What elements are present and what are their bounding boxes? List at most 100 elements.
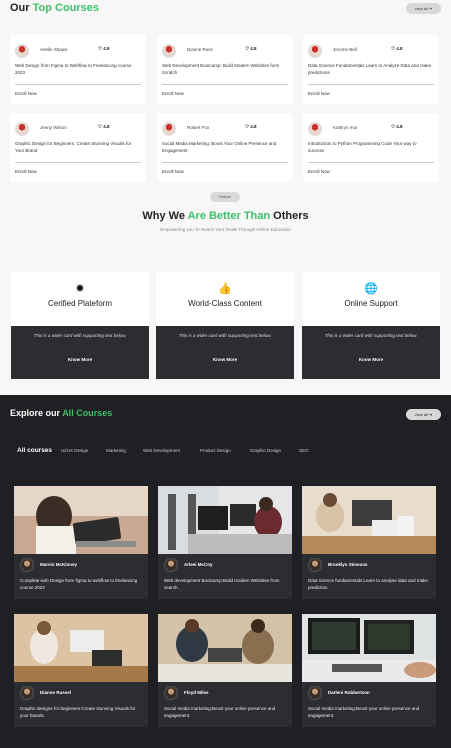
avatar bbox=[308, 122, 322, 136]
instructor-name: Dianne Russ bbox=[187, 47, 213, 52]
course-card[interactable]: Dianne Russel Graphic designe for beginn… bbox=[14, 614, 148, 727]
tab-seo[interactable]: SEO bbox=[299, 448, 309, 453]
instructor-name: Floyd Miles bbox=[184, 690, 209, 695]
tab-graphic-design[interactable]: Graphic Design bbox=[250, 448, 281, 453]
instructor-name: Robert Fox bbox=[187, 125, 210, 130]
feature-text: This is a wider card with supporting tex… bbox=[324, 333, 418, 338]
instructor-name: Jenny Wilson bbox=[40, 125, 67, 130]
course-title: Social media marketing:Boost your online… bbox=[164, 706, 276, 718]
tab-marketing[interactable]: Marketing bbox=[106, 448, 126, 453]
course-title: Graphic designe for beginners:Create stu… bbox=[20, 706, 136, 718]
course-image bbox=[14, 614, 148, 682]
rating: ♡ 4.8 bbox=[245, 46, 257, 51]
course-card[interactable]: Brooklyn Simsons Data science fundamenta… bbox=[302, 486, 436, 599]
course-image bbox=[158, 486, 292, 554]
feature-text: This is a wider card with supporting tex… bbox=[33, 333, 127, 338]
enroll-link[interactable]: Enroll Now bbox=[308, 169, 330, 174]
divider bbox=[308, 84, 434, 85]
top-courses-title: Our Top Courses bbox=[10, 2, 100, 14]
instructor-name: Kathryn mur bbox=[333, 125, 358, 130]
course-card[interactable]: Dianne Russ ♡ 4.8 Web Development Bootca… bbox=[157, 35, 293, 104]
course-title: Social Media Marketing: Boost Your Onlin… bbox=[162, 141, 277, 153]
feature-text: This is a wider card with supporting tex… bbox=[178, 333, 272, 338]
globe-icon: 🌐 bbox=[364, 283, 378, 295]
avatar bbox=[308, 558, 322, 572]
avatar bbox=[20, 558, 34, 572]
avatar bbox=[308, 44, 322, 58]
course-card[interactable]: Floyd Miles Social media marketing:Boost… bbox=[158, 614, 292, 727]
avatar bbox=[15, 122, 29, 136]
enroll-link[interactable]: Enroll Now bbox=[15, 169, 37, 174]
course-title: Data Science Fundamentals Learn to Analy… bbox=[308, 63, 432, 75]
tab-uiux-design[interactable]: UI/UX Design bbox=[61, 448, 88, 453]
feature-card: ✸ Cerified Plateform This is a wider car… bbox=[11, 272, 149, 379]
view-all-button[interactable]: view all ➜ bbox=[406, 3, 441, 14]
enroll-link[interactable]: Enroll Now bbox=[308, 91, 330, 96]
enroll-link[interactable]: Enroll Now bbox=[162, 169, 184, 174]
rating: ♡ 4.8 bbox=[245, 124, 257, 129]
course-card[interactable]: Marvin McKinney Complete web Design from… bbox=[14, 486, 148, 599]
course-card[interactable]: Arlelin Shaws ♡ 4.8 Web Design from Figm… bbox=[10, 35, 146, 104]
tab-all-courses[interactable]: All courses bbox=[17, 447, 52, 454]
tab-product-design[interactable]: Product Design bbox=[200, 448, 231, 453]
view-all-button[interactable]: view all ➜ bbox=[406, 409, 441, 420]
course-title: Data science fundamentals:Learn to analy… bbox=[308, 578, 428, 590]
top-courses-section: Our Top Courses view all ➜ Arlelin Shaws… bbox=[0, 0, 451, 395]
instructor-name: Darleni Robbertson bbox=[328, 690, 370, 695]
feature-label: World-Class Content bbox=[188, 299, 262, 308]
course-title: Complete web Design from figma to webflo… bbox=[20, 578, 138, 590]
instructor-name: Brooklyn Simsons bbox=[328, 562, 368, 567]
course-card[interactable]: Arleei McCoy Web development Bootcamp:Bu… bbox=[158, 486, 292, 599]
instructor-name: Dianne Russel bbox=[40, 690, 72, 695]
avatar bbox=[162, 122, 176, 136]
why-subtitle: Empowering you To Reach Your Goals Throu… bbox=[160, 227, 291, 232]
avatar bbox=[162, 44, 176, 58]
avatar bbox=[20, 686, 34, 700]
rating: ♡ 4.8 bbox=[391, 124, 403, 129]
divider bbox=[308, 162, 434, 163]
why-title: Why We Are Better Than Others bbox=[142, 210, 309, 222]
course-title: Web Design from Figma to Webflow to Free… bbox=[15, 63, 132, 75]
divider bbox=[162, 162, 288, 163]
avatar bbox=[308, 686, 322, 700]
instructor-name: Jerome Bell bbox=[333, 47, 357, 52]
course-title: Web Development Bootcamp: Build Modern W… bbox=[162, 63, 280, 75]
instructor-name: Arlelin Shaws bbox=[40, 47, 68, 52]
rating: ♡ 4.8 bbox=[98, 46, 110, 51]
course-image bbox=[302, 486, 436, 554]
feature-card: 👍 World-Class Content This is a wider ca… bbox=[156, 272, 294, 379]
avatar bbox=[164, 558, 178, 572]
feature-label: Cerified Plateform bbox=[47, 299, 113, 308]
feature-label: Online Support bbox=[344, 299, 398, 308]
thumbs-up-icon: 👍 bbox=[218, 283, 232, 295]
course-image bbox=[158, 614, 292, 682]
course-title: Introduction to Python Programming Code … bbox=[308, 141, 417, 153]
tab-web-development[interactable]: Web Development bbox=[143, 448, 180, 453]
course-title: Graphic Design for Beginners: Create Stu… bbox=[15, 141, 132, 153]
feature-card: 🌐 Online Support This is a wider card wi… bbox=[302, 272, 440, 379]
course-card[interactable]: Jerome Bell ♡ 4.8 Data Science Fundament… bbox=[303, 35, 439, 104]
course-card[interactable]: Robert Fox ♡ 4.8 Social Media Marketing:… bbox=[157, 113, 293, 182]
gear-icon: ✸ bbox=[75, 283, 85, 295]
know-more-button[interactable]: Know More bbox=[11, 357, 149, 362]
course-title: Web development Bootcamp:Build modern We… bbox=[164, 578, 280, 590]
instructor-name: Marvin McKinney bbox=[40, 562, 78, 567]
enroll-link[interactable]: Enroll Now bbox=[15, 91, 37, 96]
divider bbox=[162, 84, 288, 85]
rating: ♡ 4.8 bbox=[391, 46, 403, 51]
divider bbox=[15, 84, 141, 85]
course-image bbox=[14, 486, 148, 554]
avatar bbox=[164, 686, 178, 700]
course-card[interactable]: Kathryn mur ♡ 4.8 Introduction to Python… bbox=[303, 113, 439, 182]
know-more-button[interactable]: Know More bbox=[156, 357, 294, 362]
course-card[interactable]: Jenny Wilson ♡ 4.8 Graphic Design for Be… bbox=[10, 113, 146, 182]
rating: ♡ 4.8 bbox=[98, 124, 110, 129]
explore-section: Explore our All Courses view all ➜ All c… bbox=[0, 395, 451, 748]
know-more-button[interactable]: Know More bbox=[302, 357, 440, 362]
course-card[interactable]: Darleni Robbertson Social media marketin… bbox=[302, 614, 436, 727]
divider bbox=[15, 162, 141, 163]
course-image bbox=[302, 614, 436, 682]
feature-badge: Feature bbox=[210, 192, 240, 202]
enroll-link[interactable]: Enroll Now bbox=[162, 91, 184, 96]
explore-title: Explore our All Courses bbox=[10, 408, 113, 418]
